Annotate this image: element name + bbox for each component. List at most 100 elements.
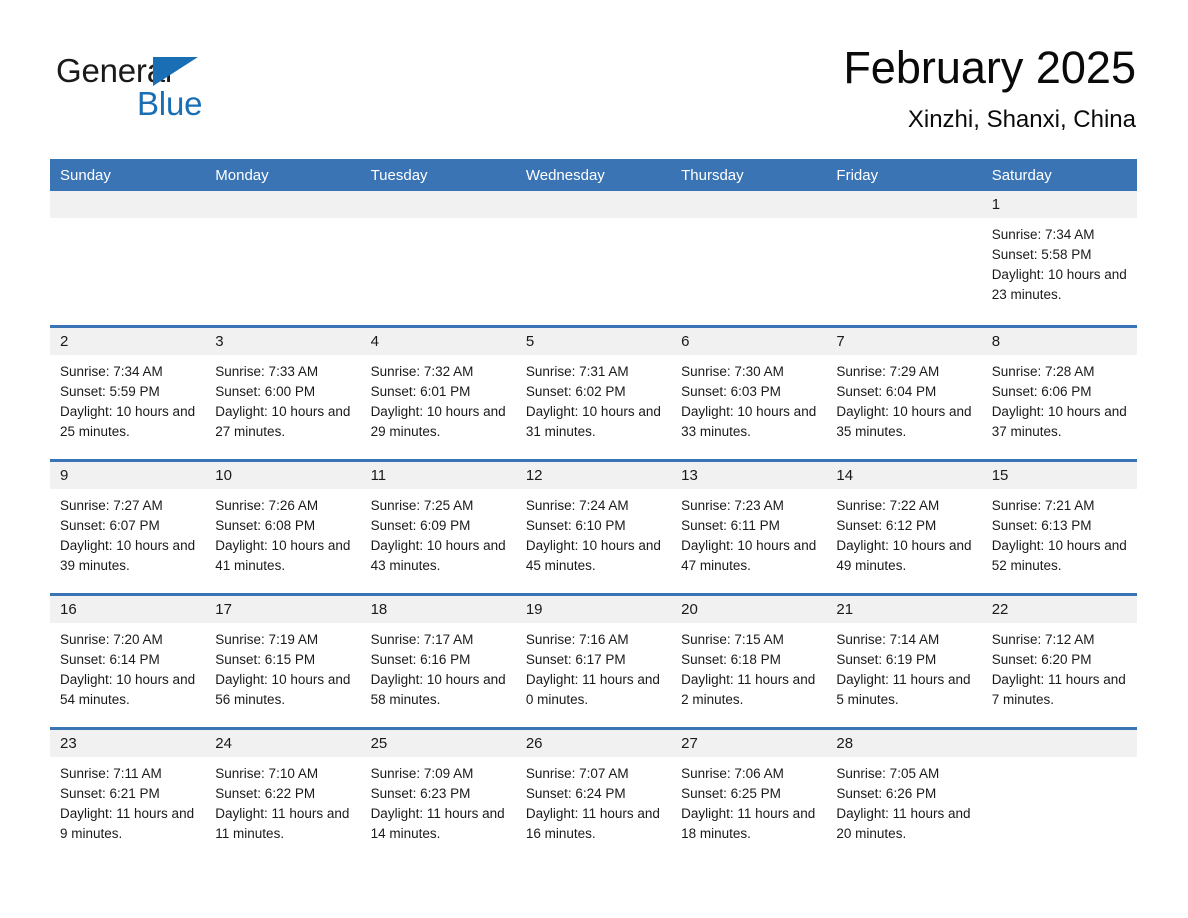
calendar-day-cell[interactable]: 20 Sunrise: 7:15 AM Sunset: 6:18 PM Dayligh… (671, 593, 827, 729)
day-cell-inner: 10 Sunrise: 7:26 AM Sunset: 6:08 PM Dayligh… (205, 462, 361, 593)
calendar-day-cell[interactable]: 15 Sunrise: 7:21 AM Sunset: 6:13 PM Dayligh… (981, 459, 1137, 595)
daylight-text: Daylight: 10 hours and 33 minutes. (681, 404, 817, 439)
daylight-text: Daylight: 10 hours and 37 minutes. (991, 404, 1127, 439)
sunset-text: Sunset: 6:09 PM (370, 518, 471, 533)
calendar-day-cell[interactable]: 16 Sunrise: 7:20 AM Sunset: 6:14 PM Dayligh… (50, 593, 206, 729)
calendar-day-cell[interactable]: 9 Sunrise: 7:27 AM Sunset: 6:07 PM Daylight… (50, 459, 206, 595)
day-cell-inner (205, 191, 361, 325)
calendar-day-cell[interactable]: 19 Sunrise: 7:16 AM Sunset: 6:17 PM Dayligh… (515, 593, 672, 729)
calendar-day-cell[interactable]: 21 Sunrise: 7:14 AM Sunset: 6:19 PM Dayligh… (826, 593, 982, 729)
sunrise-text: Sunrise: 7:09 AM (370, 766, 474, 781)
day-cell-inner: 6 Sunrise: 7:30 AM Sunset: 6:03 PM Daylight… (671, 328, 827, 459)
calendar-day-cell[interactable]: 11 Sunrise: 7:25 AM Sunset: 6:09 PM Dayligh… (360, 459, 516, 595)
generalblue-logo: General Blue (56, 52, 316, 132)
calendar-day-cell[interactable]: 28 Sunrise: 7:05 AM Sunset: 6:26 PM Dayligh… (826, 727, 982, 861)
day-info: Sunrise: 7:22 AM Sunset: 6:12 PM Daylight:… (826, 489, 981, 576)
calendar-day-cell[interactable]: 25 Sunrise: 7:09 AM Sunset: 6:23 PM Dayligh… (360, 727, 516, 861)
calendar-day-cell[interactable]: 14 Sunrise: 7:22 AM Sunset: 6:12 PM Dayligh… (826, 459, 982, 595)
calendar-page: General Blue February 2025 Xinzhi, Shanx… (0, 0, 1188, 918)
calendar-day-cell[interactable]: 7 Sunrise: 7:29 AM Sunset: 6:04 PM Daylight… (826, 325, 982, 461)
daylight-text: Daylight: 10 hours and 49 minutes. (836, 538, 972, 573)
sunset-text: Sunset: 6:11 PM (681, 518, 780, 533)
sunrise-text: Sunrise: 7:28 AM (991, 364, 1095, 379)
calendar-day-cell[interactable]: 26 Sunrise: 7:07 AM Sunset: 6:24 PM Dayligh… (515, 727, 672, 861)
daylight-text: Daylight: 10 hours and 43 minutes. (370, 538, 506, 573)
calendar-day-cell[interactable]: 6 Sunrise: 7:30 AM Sunset: 6:03 PM Daylight… (671, 325, 827, 461)
sunset-text: Sunset: 6:02 PM (525, 384, 626, 399)
day-cell-inner: 3 Sunrise: 7:33 AM Sunset: 6:00 PM Daylight… (205, 328, 361, 459)
sunrise-text: Sunrise: 7:06 AM (681, 766, 784, 781)
calendar-day-cell[interactable]: 10 Sunrise: 7:26 AM Sunset: 6:08 PM Dayligh… (205, 459, 361, 595)
calendar-day-cell[interactable]: 2 Sunrise: 7:34 AM Sunset: 5:59 PM Daylight… (50, 325, 206, 461)
day-cell-inner: 17 Sunrise: 7:19 AM Sunset: 6:15 PM Dayligh… (205, 596, 361, 727)
day-info: Sunrise: 7:31 AM Sunset: 6:02 PM Daylight:… (516, 355, 671, 442)
day-number (671, 191, 827, 218)
daylight-text: Daylight: 11 hours and 14 minutes. (370, 806, 505, 841)
day-cell-inner (515, 191, 672, 325)
calendar-day-cell[interactable]: 27 Sunrise: 7:06 AM Sunset: 6:25 PM Dayligh… (671, 727, 827, 861)
day-cell-inner: 4 Sunrise: 7:32 AM Sunset: 6:01 PM Daylight… (360, 328, 516, 459)
calendar-day-cell[interactable]: 23 Sunrise: 7:11 AM Sunset: 6:21 PM Dayligh… (50, 727, 206, 861)
calendar-day-cell-empty (515, 191, 672, 327)
calendar-week-row: 16 Sunrise: 7:20 AM Sunset: 6:14 PM Dayligh… (50, 593, 1137, 729)
day-cell-inner: 7 Sunrise: 7:29 AM Sunset: 6:04 PM Daylight… (826, 328, 982, 459)
sunset-text: Sunset: 6:21 PM (60, 786, 160, 801)
day-number: 24 (205, 730, 361, 757)
calendar-day-cell[interactable]: 8 Sunrise: 7:28 AM Sunset: 6:06 PM Daylight… (981, 325, 1137, 461)
day-number (515, 191, 672, 218)
day-number: 4 (360, 328, 516, 355)
day-cell-inner: 25 Sunrise: 7:09 AM Sunset: 6:23 PM Dayligh… (360, 730, 516, 861)
calendar-week-row: 23 Sunrise: 7:11 AM Sunset: 6:21 PM Dayligh… (50, 727, 1137, 861)
calendar-day-cell[interactable]: 5 Sunrise: 7:31 AM Sunset: 6:02 PM Daylight… (515, 325, 672, 461)
calendar-day-cell[interactable]: 12 Sunrise: 7:24 AM Sunset: 6:10 PM Dayligh… (515, 459, 672, 595)
day-info: Sunrise: 7:24 AM Sunset: 6:10 PM Daylight:… (516, 489, 671, 576)
day-number: 16 (50, 596, 206, 623)
day-number: 7 (826, 328, 982, 355)
day-info: Sunrise: 7:23 AM Sunset: 6:11 PM Daylight:… (671, 489, 826, 576)
calendar-day-cell[interactable]: 4 Sunrise: 7:32 AM Sunset: 6:01 PM Daylight… (360, 325, 516, 461)
calendar-day-cell[interactable]: 18 Sunrise: 7:17 AM Sunset: 6:16 PM Dayligh… (360, 593, 516, 729)
calendar-day-cell[interactable]: 3 Sunrise: 7:33 AM Sunset: 6:00 PM Daylight… (205, 325, 361, 461)
day-cell-inner: 8 Sunrise: 7:28 AM Sunset: 6:06 PM Daylight… (981, 328, 1137, 459)
sunrise-text: Sunrise: 7:10 AM (215, 766, 319, 781)
sunrise-text: Sunrise: 7:21 AM (991, 498, 1095, 513)
day-number: 12 (515, 462, 672, 489)
day-cell-inner: 19 Sunrise: 7:16 AM Sunset: 6:17 PM Dayligh… (515, 596, 672, 727)
day-number: 8 (981, 328, 1137, 355)
daylight-text: Daylight: 10 hours and 45 minutes. (525, 538, 661, 573)
calendar-day-cell[interactable]: 22 Sunrise: 7:12 AM Sunset: 6:20 PM Dayligh… (981, 593, 1137, 729)
day-number: 22 (981, 596, 1137, 623)
calendar-day-cell-empty (826, 191, 982, 327)
day-info: Sunrise: 7:29 AM Sunset: 6:04 PM Daylight:… (826, 355, 981, 442)
day-cell-inner: 24 Sunrise: 7:10 AM Sunset: 6:22 PM Dayligh… (205, 730, 361, 861)
daylight-text: Daylight: 11 hours and 11 minutes. (215, 806, 350, 841)
daylight-text: Daylight: 11 hours and 20 minutes. (836, 806, 971, 841)
sunset-text: Sunset: 6:12 PM (836, 518, 937, 533)
calendar-day-cell[interactable]: 24 Sunrise: 7:10 AM Sunset: 6:22 PM Dayligh… (205, 727, 361, 861)
calendar-day-cell[interactable]: 1 Sunrise: 7:34 AM Sunset: 5:58 PM Daylight… (981, 191, 1137, 327)
day-info: Sunrise: 7:06 AM Sunset: 6:25 PM Daylight:… (671, 757, 826, 844)
day-info: Sunrise: 7:11 AM Sunset: 6:21 PM Daylight:… (50, 757, 205, 844)
day-info: Sunrise: 7:27 AM Sunset: 6:07 PM Daylight:… (50, 489, 205, 576)
day-number: 28 (826, 730, 982, 757)
day-number: 6 (671, 328, 827, 355)
sunset-text: Sunset: 6:24 PM (525, 786, 626, 801)
weekday-header-wednesday: Wednesday (515, 159, 672, 191)
sunrise-text: Sunrise: 7:23 AM (681, 498, 784, 513)
calendar-day-cell[interactable]: 13 Sunrise: 7:23 AM Sunset: 6:11 PM Dayligh… (671, 459, 827, 595)
daylight-text: Daylight: 11 hours and 16 minutes. (525, 806, 660, 841)
day-cell-inner: 9 Sunrise: 7:27 AM Sunset: 6:07 PM Daylight… (50, 462, 206, 593)
day-cell-inner (671, 191, 827, 325)
day-info: Sunrise: 7:19 AM Sunset: 6:15 PM Daylight:… (205, 623, 360, 710)
sunset-text: Sunset: 6:03 PM (681, 384, 781, 399)
daylight-text: Daylight: 11 hours and 0 minutes. (525, 672, 660, 707)
sunset-text: Sunset: 6:18 PM (681, 652, 781, 667)
sunrise-text: Sunrise: 7:15 AM (681, 632, 784, 647)
day-cell-inner: 22 Sunrise: 7:12 AM Sunset: 6:20 PM Dayligh… (981, 596, 1137, 727)
sunrise-text: Sunrise: 7:29 AM (836, 364, 940, 379)
day-info: Sunrise: 7:05 AM Sunset: 6:26 PM Daylight:… (826, 757, 981, 844)
calendar-day-cell[interactable]: 17 Sunrise: 7:19 AM Sunset: 6:15 PM Dayligh… (205, 593, 361, 729)
sunrise-text: Sunrise: 7:24 AM (525, 498, 629, 513)
day-info: Sunrise: 7:14 AM Sunset: 6:19 PM Daylight:… (826, 623, 981, 710)
logo-triangle-icon (153, 57, 198, 86)
